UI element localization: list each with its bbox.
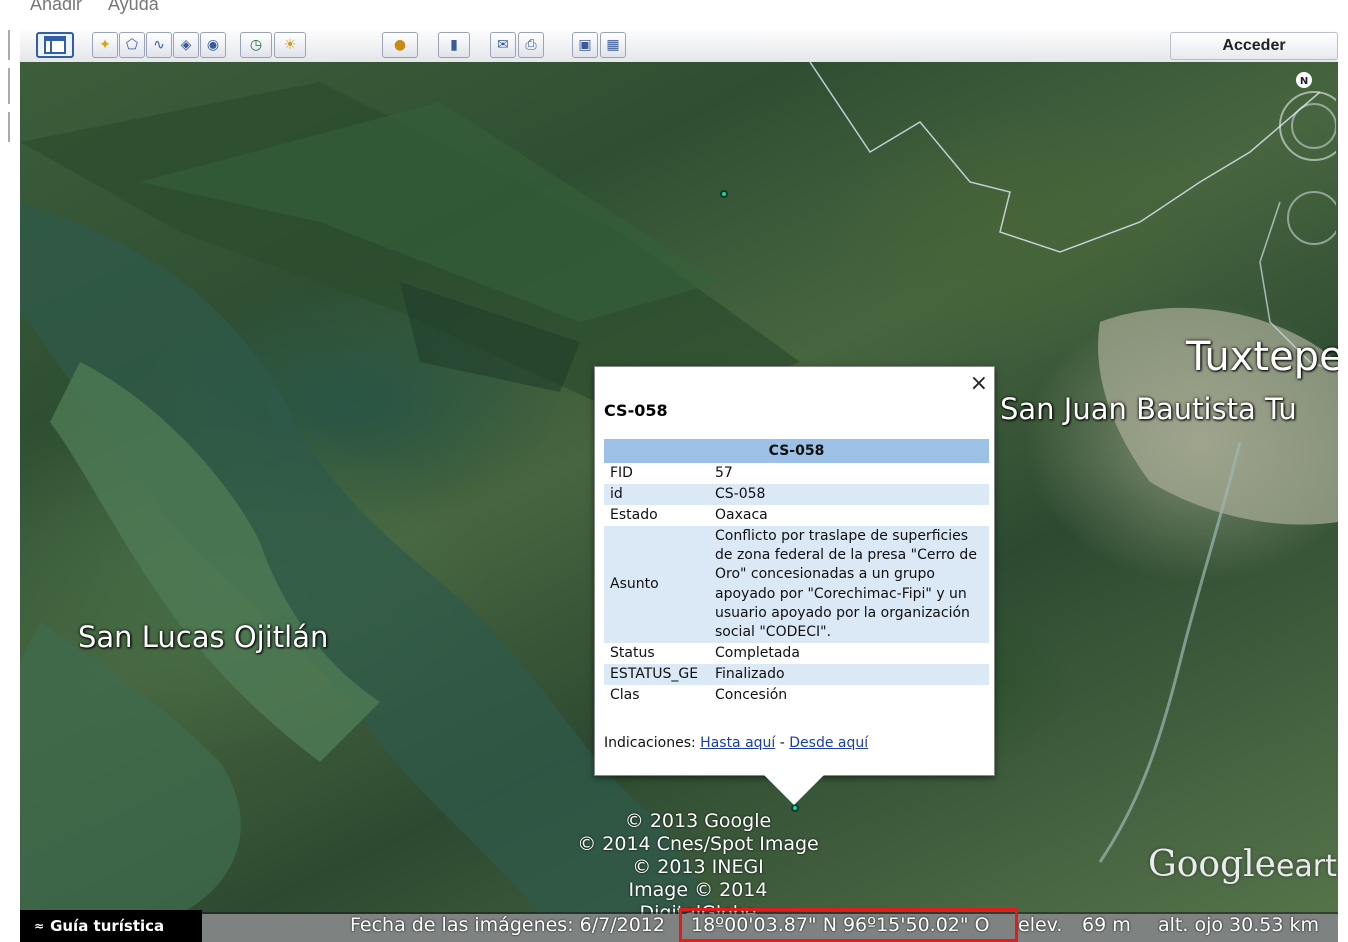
ruler-icon[interactable]: ▮ — [438, 32, 470, 58]
toolbar: ✦ ⬠ ∿ ◈ ◉ ◷ ☀ ● ▮ ✉ ⎙ ▣ ▦ Acceder — [20, 30, 1338, 63]
history-icon[interactable]: ◷ — [240, 32, 272, 58]
tour-icon[interactable]: ◉ — [200, 32, 226, 58]
attributes-table: CS-058 FID 57 id CS-058 Estado Oaxaca Asunt… — [604, 439, 989, 706]
table-row: id CS-058 — [604, 484, 989, 505]
coordinates-highlight — [679, 908, 1018, 942]
directions-from-link[interactable]: Desde aquí — [789, 735, 868, 751]
planet-icon[interactable]: ● — [382, 32, 418, 58]
email-icon[interactable]: ✉ — [490, 32, 516, 58]
balloon-title: CS-058 — [604, 401, 668, 420]
placemark-info-balloon: × CS-058 CS-058 FID 57 id CS-058 Estado Oax… — [594, 366, 995, 776]
path-icon[interactable]: ∿ — [146, 32, 172, 58]
navigation-control[interactable]: N — [1266, 68, 1336, 248]
place-label-san-juan: San Juan Bautista Tu — [1000, 392, 1297, 426]
close-icon[interactable]: × — [970, 371, 988, 396]
placemark-marker[interactable] — [720, 190, 728, 198]
directions-to-link[interactable]: Hasta aquí — [700, 735, 775, 751]
eye-altitude: alt. ojo 30.53 km — [1158, 914, 1319, 936]
table-row: Asunto Conflicto por traslape de superfic… — [604, 526, 989, 644]
menu-bar: Añadir Ayuda — [0, 0, 1348, 24]
tour-guide-button[interactable]: ≈ Guía turística — [20, 910, 202, 942]
compass-north-label: N — [1300, 76, 1308, 87]
balloon-pointer — [764, 775, 824, 805]
directions: Indicaciones: Hasta aquí - Desde aquí — [604, 735, 869, 751]
imagery-credits: © 2013 Google © 2014 Cnes/Spot Image © 2… — [577, 810, 819, 914]
menu-help[interactable]: Ayuda — [108, 0, 159, 15]
maps-icon[interactable]: ▣ — [572, 32, 598, 58]
table-row: ESTATUS_GE Finalizado — [604, 664, 989, 686]
placemark-icon[interactable]: ✦ — [92, 32, 118, 58]
sun-icon[interactable]: ☀ — [274, 32, 306, 58]
place-label-tuxtepec: Tuxtepe — [1186, 334, 1338, 380]
chevron-up-icon: ≈ — [34, 919, 45, 933]
google-earth-logo: Googleeart — [1148, 844, 1337, 885]
table-row: Status Completada — [610, 645, 800, 662]
polygon-icon[interactable]: ⬠ — [119, 32, 145, 58]
overlay-icon[interactable]: ◈ — [173, 32, 199, 58]
menu-add[interactable]: Añadir — [30, 0, 82, 15]
table-row: Clas Concesión — [610, 687, 788, 704]
table-header: CS-058 — [604, 439, 989, 463]
table-row: Estado Oaxaca — [610, 507, 768, 523]
imagery-date: Fecha de las imágenes: 6/7/2012 — [350, 914, 665, 936]
print-icon[interactable]: ⎙ — [518, 32, 544, 58]
left-panel-edge — [0, 24, 20, 942]
save-image-icon[interactable]: ▦ — [600, 32, 626, 58]
elevation-label: elev. — [1018, 914, 1063, 936]
place-label-san-lucas: San Lucas Ojitlán — [78, 620, 329, 654]
sidebar-icon[interactable] — [36, 32, 74, 58]
elevation-value: 69 m — [1082, 914, 1131, 936]
sign-in-button[interactable]: Acceder — [1170, 32, 1338, 60]
table-row: FID 57 — [610, 465, 733, 481]
